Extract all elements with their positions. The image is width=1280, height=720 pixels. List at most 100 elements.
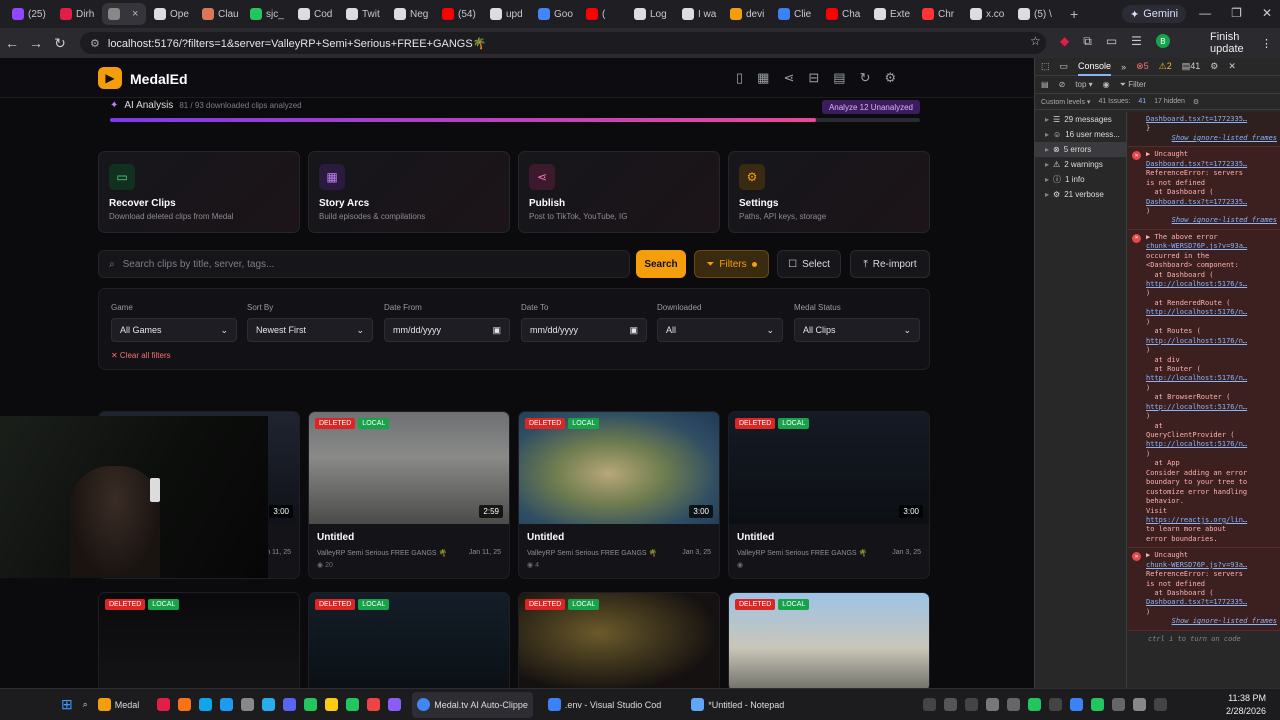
browser-tab[interactable]: Cha (820, 3, 866, 25)
context-select[interactable]: top ▾ (1075, 80, 1092, 89)
clip-thumbnail[interactable]: DELETED LOCAL 3:00 (729, 412, 929, 524)
filter-select[interactable]: All Clips ⌄ (794, 318, 920, 342)
inspect-icon[interactable]: ⬚ (1041, 61, 1050, 72)
clip-thumbnail[interactable]: DELETED LOCAL (519, 593, 719, 688)
console-prompt-hint[interactable]: ctrl i to turn on code (1128, 631, 1280, 647)
close-icon[interactable]: ✕ (1262, 6, 1272, 20)
console-message[interactable]: ✕ ▶ The above error chunk-WERSD76P.js?v=93… (1128, 229, 1280, 549)
address-bar[interactable]: ⚙ localhost:5176/?filters=1&server=Valle… (80, 32, 1046, 54)
feature-card-publish[interactable]: ⋖ Publish Post to TikTok, YouTube, IG (518, 151, 720, 233)
feature-card-settings[interactable]: ⚙ Settings Paths, API keys, storage (728, 151, 930, 233)
app-icon[interactable] (157, 698, 171, 711)
clip-thumbnail[interactable]: DELETED LOCAL 2:59 (309, 412, 509, 524)
share-icon[interactable]: ⋖ (783, 70, 794, 86)
site-info-icon[interactable]: ⚙ (90, 37, 100, 50)
filter-select[interactable]: Newest First ⌄ (247, 318, 373, 342)
close-tab-icon[interactable]: × (128, 8, 142, 20)
tray-icon[interactable] (1091, 698, 1104, 711)
issues-label[interactable]: 41 Issues: (1098, 98, 1130, 105)
reload-icon[interactable]: ↻ (48, 35, 72, 52)
clear-console-icon[interactable]: ⊘ (1059, 80, 1066, 89)
film-icon[interactable]: ▦ (757, 70, 769, 86)
more-tabs-icon[interactable]: » (1121, 62, 1126, 72)
console-sidebar-item[interactable]: ▸ ⚠ 2 warnings (1035, 157, 1126, 172)
clip-thumbnail[interactable]: DELETED LOCAL (309, 593, 509, 688)
search-icon[interactable]: ⌕ (78, 692, 93, 718)
app-icon[interactable] (199, 698, 213, 711)
filters-button[interactable]: ⏷ Filters (694, 250, 769, 278)
tray-icon[interactable] (986, 698, 999, 711)
cast-icon[interactable]: ▭ (1106, 34, 1117, 49)
new-tab-button[interactable]: + (1066, 6, 1082, 22)
console-sidebar-item[interactable]: ▸ ⓘ 1 info (1035, 172, 1126, 187)
taskbar-app-medal[interactable]: Medal (93, 692, 145, 718)
device-icon[interactable]: ▭ (1060, 61, 1069, 72)
drive-icon[interactable]: ⊟ (808, 70, 819, 86)
browser-tab[interactable]: Clie (772, 3, 818, 25)
tray-icon[interactable] (1112, 698, 1125, 711)
app-icon[interactable] (283, 698, 297, 711)
tray-icon[interactable] (944, 698, 957, 711)
tray-icon[interactable] (1049, 698, 1062, 711)
browser-tab[interactable]: Exte (868, 3, 914, 25)
bookmark-star-icon[interactable]: ☆ (1030, 34, 1041, 48)
gear-icon[interactable]: ⚙ (1193, 98, 1199, 106)
sidebar-toggle-icon[interactable]: ▤ (1041, 80, 1049, 89)
browser-tab[interactable]: (5) \ (1012, 3, 1058, 25)
browser-tab[interactable]: × (102, 3, 146, 25)
app-icon[interactable] (220, 698, 234, 711)
show-ignore-listed-link[interactable]: Show ignore-listed frames (1146, 134, 1277, 143)
finish-update-button[interactable]: Finish update ⋮ (1202, 31, 1280, 55)
clip-card[interactable]: DELETED LOCAL 3:00 Untitled ValleyRP Semi Se… (728, 411, 930, 579)
taskbar-app-chrome[interactable]: Medal.tv AI Auto-Clippe (412, 691, 533, 718)
levels-dropdown[interactable]: Custom levels ▾ (1041, 98, 1090, 106)
browser-tab[interactable]: x.co (964, 3, 1010, 25)
tray-icon[interactable] (923, 698, 936, 711)
tray-icon[interactable] (1154, 698, 1167, 711)
browser-tab[interactable]: Cod (292, 3, 338, 25)
app-icon[interactable] (262, 698, 276, 711)
profile-avatar[interactable]: B (1155, 34, 1170, 48)
app-icon[interactable] (367, 698, 381, 711)
app-icon[interactable] (241, 698, 255, 711)
console-sidebar-item[interactable]: ▸ ⊗ 5 errors (1035, 142, 1126, 157)
browser-tab[interactable]: Log (628, 3, 674, 25)
clip-card[interactable]: DELETED LOCAL (518, 592, 720, 688)
clip-card[interactable]: DELETED LOCAL 2:59 Untitled ValleyRP Semi Se… (308, 411, 510, 579)
clip-thumbnail[interactable]: DELETED LOCAL (99, 593, 299, 688)
app-icon[interactable] (178, 698, 192, 711)
restore-icon[interactable]: ❐ (1231, 6, 1242, 20)
console-message[interactable]: Dashboard.tsx?t=1772335…} Show ignore-lis… (1128, 112, 1280, 148)
browser-tab[interactable]: (25) (6, 3, 52, 25)
app-icon[interactable] (304, 698, 318, 711)
minimize-icon[interactable]: — (1199, 6, 1211, 20)
tabs-icon[interactable]: ☰ (1131, 34, 1142, 49)
taskbar-clock[interactable]: 11:38 PM 2/28/2026 (1226, 692, 1266, 718)
more-icon[interactable]: ⋮ (1261, 37, 1272, 50)
clip-card[interactable]: DELETED LOCAL (308, 592, 510, 688)
browser-tab[interactable]: I wa (676, 3, 722, 25)
browser-tab[interactable]: Chr (916, 3, 962, 25)
console-sidebar-item[interactable]: ▸ ⚙ 21 verbose (1035, 187, 1126, 202)
clip-card[interactable]: DELETED LOCAL (98, 592, 300, 688)
select-button[interactable]: ☐ Select (777, 250, 841, 278)
tray-icon[interactable] (1070, 698, 1083, 711)
browser-tab[interactable]: (54) (436, 3, 482, 25)
tray-icon[interactable] (1028, 698, 1041, 711)
feature-card-recover-clips[interactable]: ▭ Recover Clips Download deleted clips fro… (98, 151, 300, 233)
show-ignore-listed-link[interactable]: Show ignore-listed frames (1146, 617, 1277, 626)
search-button[interactable]: Search (636, 250, 686, 278)
back-icon[interactable]: ← (0, 35, 24, 51)
refresh-icon[interactable]: ↻ (860, 70, 871, 86)
browser-tab[interactable]: sjc_ (244, 3, 290, 25)
puzzle-icon[interactable]: ⧉ (1083, 34, 1092, 49)
browser-tab[interactable]: Ope (148, 3, 194, 25)
app-icon[interactable] (325, 698, 339, 711)
console-message[interactable]: ✕ ▶ Uncaught chunk-WERSD76P.js?v=93a… Refer… (1128, 548, 1280, 631)
date-input[interactable]: mm/dd/yyyy ▣ (384, 318, 510, 342)
taskbar-app-vscode[interactable]: .env - Visual Studio Cod (543, 692, 666, 718)
feature-card-story-arcs[interactable]: ▦ Story Arcs Build episodes & compilations (308, 151, 510, 233)
close-icon[interactable]: ✕ (1228, 61, 1236, 72)
filter-select[interactable]: All Games ⌄ (111, 318, 237, 342)
browser-tab[interactable]: Clau (196, 3, 242, 25)
